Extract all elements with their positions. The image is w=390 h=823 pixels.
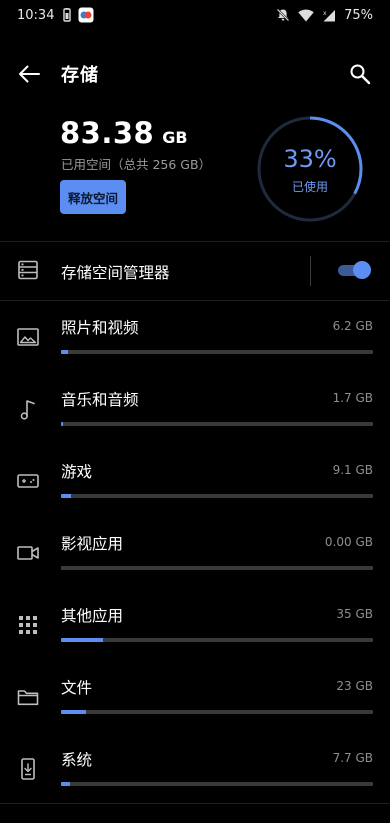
category-usage-bar (61, 782, 373, 786)
category-label: 游戏 (61, 463, 93, 481)
category-usage-fill (61, 350, 69, 354)
category-system[interactable]: 系统 7.7 GB (0, 748, 390, 820)
video-camera-icon (17, 542, 39, 564)
app-notification-icon (78, 7, 94, 23)
gamepad-icon (17, 470, 39, 492)
back-button[interactable] (15, 60, 43, 88)
category-other-apps[interactable]: 其他应用 35 GB (0, 604, 390, 676)
status-bar: 10:34 x 75% (0, 0, 390, 30)
storage-summary: 83.38 GB 已用空间（总共 256 GB） 释放空间 33% 已使用 (0, 110, 390, 240)
battery-saver-icon (62, 8, 72, 22)
divider (0, 803, 390, 804)
category-size: 6.2 GB (332, 319, 373, 333)
category-label: 影视应用 (61, 535, 124, 553)
category-size: 35 GB (336, 607, 373, 621)
phone-download-icon (17, 758, 39, 780)
category-size: 9.1 GB (332, 463, 373, 477)
category-usage-fill (61, 710, 86, 714)
used-unit: GB (162, 128, 188, 147)
divider (0, 300, 390, 301)
usage-label: 已使用 (291, 180, 328, 194)
search-button[interactable] (346, 60, 374, 88)
app-grid-icon (17, 614, 39, 636)
category-photos-videos[interactable]: 照片和视频 6.2 GB (0, 316, 390, 388)
used-number: 83.38 (60, 116, 155, 150)
category-usage-bar (61, 566, 373, 570)
free-up-space-button[interactable]: 释放空间 (60, 180, 126, 214)
category-usage-bar (61, 422, 373, 426)
category-music-audio[interactable]: 音乐和音频 1.7 GB (0, 388, 390, 460)
wifi-icon (298, 8, 314, 22)
svg-text:x: x (323, 10, 327, 17)
storage-list-icon (17, 259, 39, 285)
folder-icon (17, 686, 39, 708)
category-label: 文件 (61, 679, 93, 697)
vertical-separator (310, 256, 311, 286)
category-label: 音乐和音频 (61, 391, 139, 409)
category-video-apps[interactable]: 影视应用 0.00 GB (0, 532, 390, 604)
category-usage-bar (61, 710, 373, 714)
category-games[interactable]: 游戏 9.1 GB (0, 460, 390, 532)
category-size: 7.7 GB (332, 751, 373, 765)
signal-icon: x (322, 9, 336, 22)
category-usage-fill (61, 422, 64, 426)
toggle-knob (353, 261, 371, 279)
battery-percent: 75% (344, 7, 373, 23)
category-usage-bar (61, 638, 373, 642)
mute-icon (276, 8, 290, 22)
category-label: 系统 (61, 751, 93, 769)
storage-manager-toggle[interactable] (336, 261, 372, 279)
category-label: 照片和视频 (61, 319, 139, 337)
usage-percent: 33% (283, 145, 337, 173)
arrow-left-icon (19, 65, 40, 83)
category-usage-fill (61, 638, 104, 642)
storage-manager-row[interactable]: 存储空间管理器 (0, 242, 390, 300)
category-usage-bar (61, 494, 373, 498)
page-title: 存储 (61, 65, 99, 86)
category-size: 0.00 GB (324, 535, 373, 549)
image-icon (17, 326, 39, 348)
search-icon (350, 64, 371, 85)
music-note-icon (17, 398, 39, 420)
status-time: 10:34 (17, 7, 55, 23)
category-usage-bar (61, 350, 373, 354)
category-size: 23 GB (336, 679, 373, 693)
used-description: 已用空间（总共 256 GB） (61, 157, 212, 172)
category-usage-fill (61, 494, 72, 498)
category-label: 其他应用 (61, 607, 124, 625)
category-usage-fill (61, 782, 70, 786)
app-bar: 存储 (0, 50, 390, 96)
used-amount: 83.38 GB (60, 116, 188, 150)
category-size: 1.7 GB (332, 391, 373, 405)
category-files[interactable]: 文件 23 GB (0, 676, 390, 748)
storage-manager-label: 存储空间管理器 (61, 264, 170, 282)
